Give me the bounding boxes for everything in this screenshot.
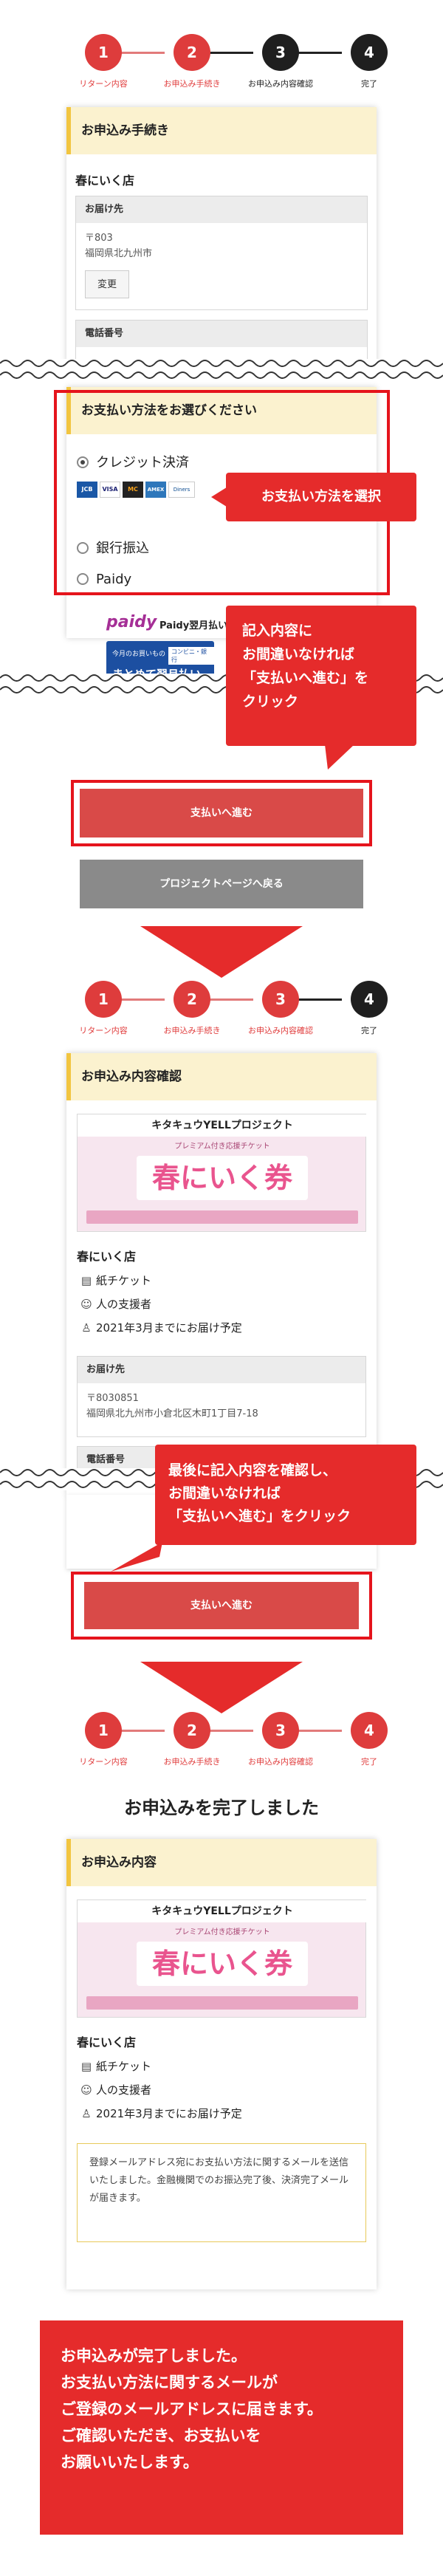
store-name: 春にいく店 bbox=[77, 2035, 137, 2049]
ticket-type: ▤ 紙チケット bbox=[77, 2055, 242, 2078]
step-1: 1 リターン内容 bbox=[59, 1712, 148, 1767]
ticket-icon: ▤ bbox=[80, 2060, 92, 2073]
callout-pointer bbox=[111, 1542, 162, 1572]
callout-pointer bbox=[325, 744, 354, 770]
step-4: 4 完了 bbox=[325, 1712, 413, 1767]
person-icon: ♙ bbox=[81, 2107, 92, 2120]
banner-decoration bbox=[86, 1996, 358, 2010]
phone-label: 電話番号 bbox=[76, 321, 367, 347]
banner-title: 春にいく券 bbox=[137, 1942, 308, 1986]
paidy-logo: paidy bbox=[106, 613, 157, 631]
paidy-banner-small: 今月のお買いもの bbox=[112, 651, 166, 658]
banner-project-name: キタキュウYELLプロジェクト bbox=[78, 1114, 367, 1137]
smile-icon: ☺ bbox=[80, 2083, 92, 2097]
banner-decoration bbox=[86, 1210, 358, 1224]
card-title: お申込み内容 bbox=[66, 1839, 377, 1886]
address: 福岡県北九州市 bbox=[85, 248, 153, 259]
banner-subtitle: プレミアム付き応援チケット bbox=[174, 1143, 270, 1151]
proceed-to-payment-button[interactable]: 支払いへ進む bbox=[84, 1582, 359, 1629]
procedure-card: お申込み手続き 春にいく店 お届け先 〒803 福岡県北九州市 変更 電話番号 bbox=[66, 107, 377, 371]
callout-complete: お申込みが完了しました。 お支払い方法に関するメールが ご登録のメールアドレスに… bbox=[40, 2320, 403, 2535]
wavy-divider bbox=[0, 359, 443, 381]
step-4: 4 完了 bbox=[325, 981, 413, 1036]
proceed-to-payment-button[interactable]: 支払いへ進む bbox=[80, 789, 363, 837]
supporter-count: ☺ 人の支援者 bbox=[77, 1292, 242, 1316]
store-name: 春にいく店 bbox=[75, 174, 135, 188]
change-address-button[interactable]: 変更 bbox=[85, 270, 130, 298]
postal-code: 〒803 bbox=[85, 233, 113, 244]
callout-pointer bbox=[211, 486, 229, 508]
step-2: 2 お申込み手続き bbox=[148, 981, 236, 1036]
confirmation-card: お申込み内容確認 キタキュウYELLプロジェクト プレミアム付き応援チケット 春… bbox=[66, 1053, 377, 1496]
card-title: お申込み手続き bbox=[66, 107, 377, 154]
delivery-box: お届け先 〒803 福岡県北九州市 変更 bbox=[75, 196, 368, 310]
ticket-type: ▤ 紙チケット bbox=[77, 1269, 242, 1292]
step-bar-3: 1 リターン内容 2 お申込み手続き 3 お申込み内容確認 4 完了 bbox=[0, 1712, 443, 1798]
banner-subtitle: プレミアム付き応援チケット bbox=[174, 1928, 270, 1936]
ticket-banner: キタキュウYELLプロジェクト プレミアム付き応援チケット 春にいく券 bbox=[77, 1900, 367, 2018]
email-notice: 登録メールアドレス宛にお支払い方法に関するメールを送信いたしました。金融機関での… bbox=[77, 2143, 366, 2242]
down-arrow bbox=[140, 926, 303, 978]
paidy-banner-tag: コンビニ・銀行 bbox=[168, 647, 214, 665]
step-2: 2 お申込み手続き bbox=[148, 34, 236, 89]
delivery-schedule: ♙ 2021年3月までにお届け予定 bbox=[77, 1316, 241, 1340]
delivery-box: お届け先 〒8030851 福岡県北九州市小倉北区木町1丁目7-18 bbox=[77, 1356, 366, 1437]
step-1: 1 リターン内容 bbox=[59, 981, 148, 1036]
banner-project-name: キタキュウYELLプロジェクト bbox=[78, 1900, 367, 1922]
smile-icon: ☺ bbox=[80, 1298, 92, 1311]
callout-select-payment: お支払い方法を選択 bbox=[226, 473, 416, 521]
step-4: 4 完了 bbox=[325, 34, 413, 89]
callout-final-check: 最後に記入内容を確認し、 お間違いなければ 「支払いへ進む」をクリック bbox=[155, 1445, 416, 1545]
banner-title: 春にいく券 bbox=[137, 1156, 308, 1200]
ticket-banner: キタキュウYELLプロジェクト プレミアム付き応援チケット 春にいく券 bbox=[77, 1114, 367, 1232]
store-name: 春にいく店 bbox=[77, 1250, 137, 1264]
delivery-label: お届け先 bbox=[76, 196, 367, 223]
step-1: 1 リターン内容 bbox=[59, 34, 148, 89]
step-3: 3 お申込み内容確認 bbox=[236, 1712, 325, 1767]
down-arrow bbox=[140, 1662, 303, 1713]
person-icon: ♙ bbox=[81, 1321, 92, 1335]
card-title: お申込み内容確認 bbox=[66, 1053, 377, 1100]
address: 福岡県北九州市小倉北区木町1丁目7-18 bbox=[86, 1408, 258, 1419]
step-2: 2 お申込み手続き bbox=[148, 1712, 236, 1767]
delivery-label: お届け先 bbox=[78, 1357, 365, 1383]
complete-title: お申込みを完了しました bbox=[124, 1798, 319, 1818]
completed-card: お申込み内容 キタキュウYELLプロジェクト プレミアム付き応援チケット 春にい… bbox=[66, 1839, 377, 2289]
callout-proceed: 記入内容に お間違いなければ 「支払いへ進む」を クリック bbox=[226, 606, 416, 746]
back-to-project-button[interactable]: プロジェクトページへ戻る bbox=[80, 860, 363, 908]
step-3: 3 お申込み内容確認 bbox=[236, 981, 325, 1036]
step-3: 3 お申込み内容確認 bbox=[236, 34, 325, 89]
ticket-icon: ▤ bbox=[80, 1274, 92, 1287]
delivery-schedule: ♙ 2021年3月までにお届け予定 bbox=[77, 2102, 241, 2125]
postal-code: 〒8030851 bbox=[86, 1393, 139, 1404]
supporter-count: ☺ 人の支援者 bbox=[77, 2078, 242, 2102]
